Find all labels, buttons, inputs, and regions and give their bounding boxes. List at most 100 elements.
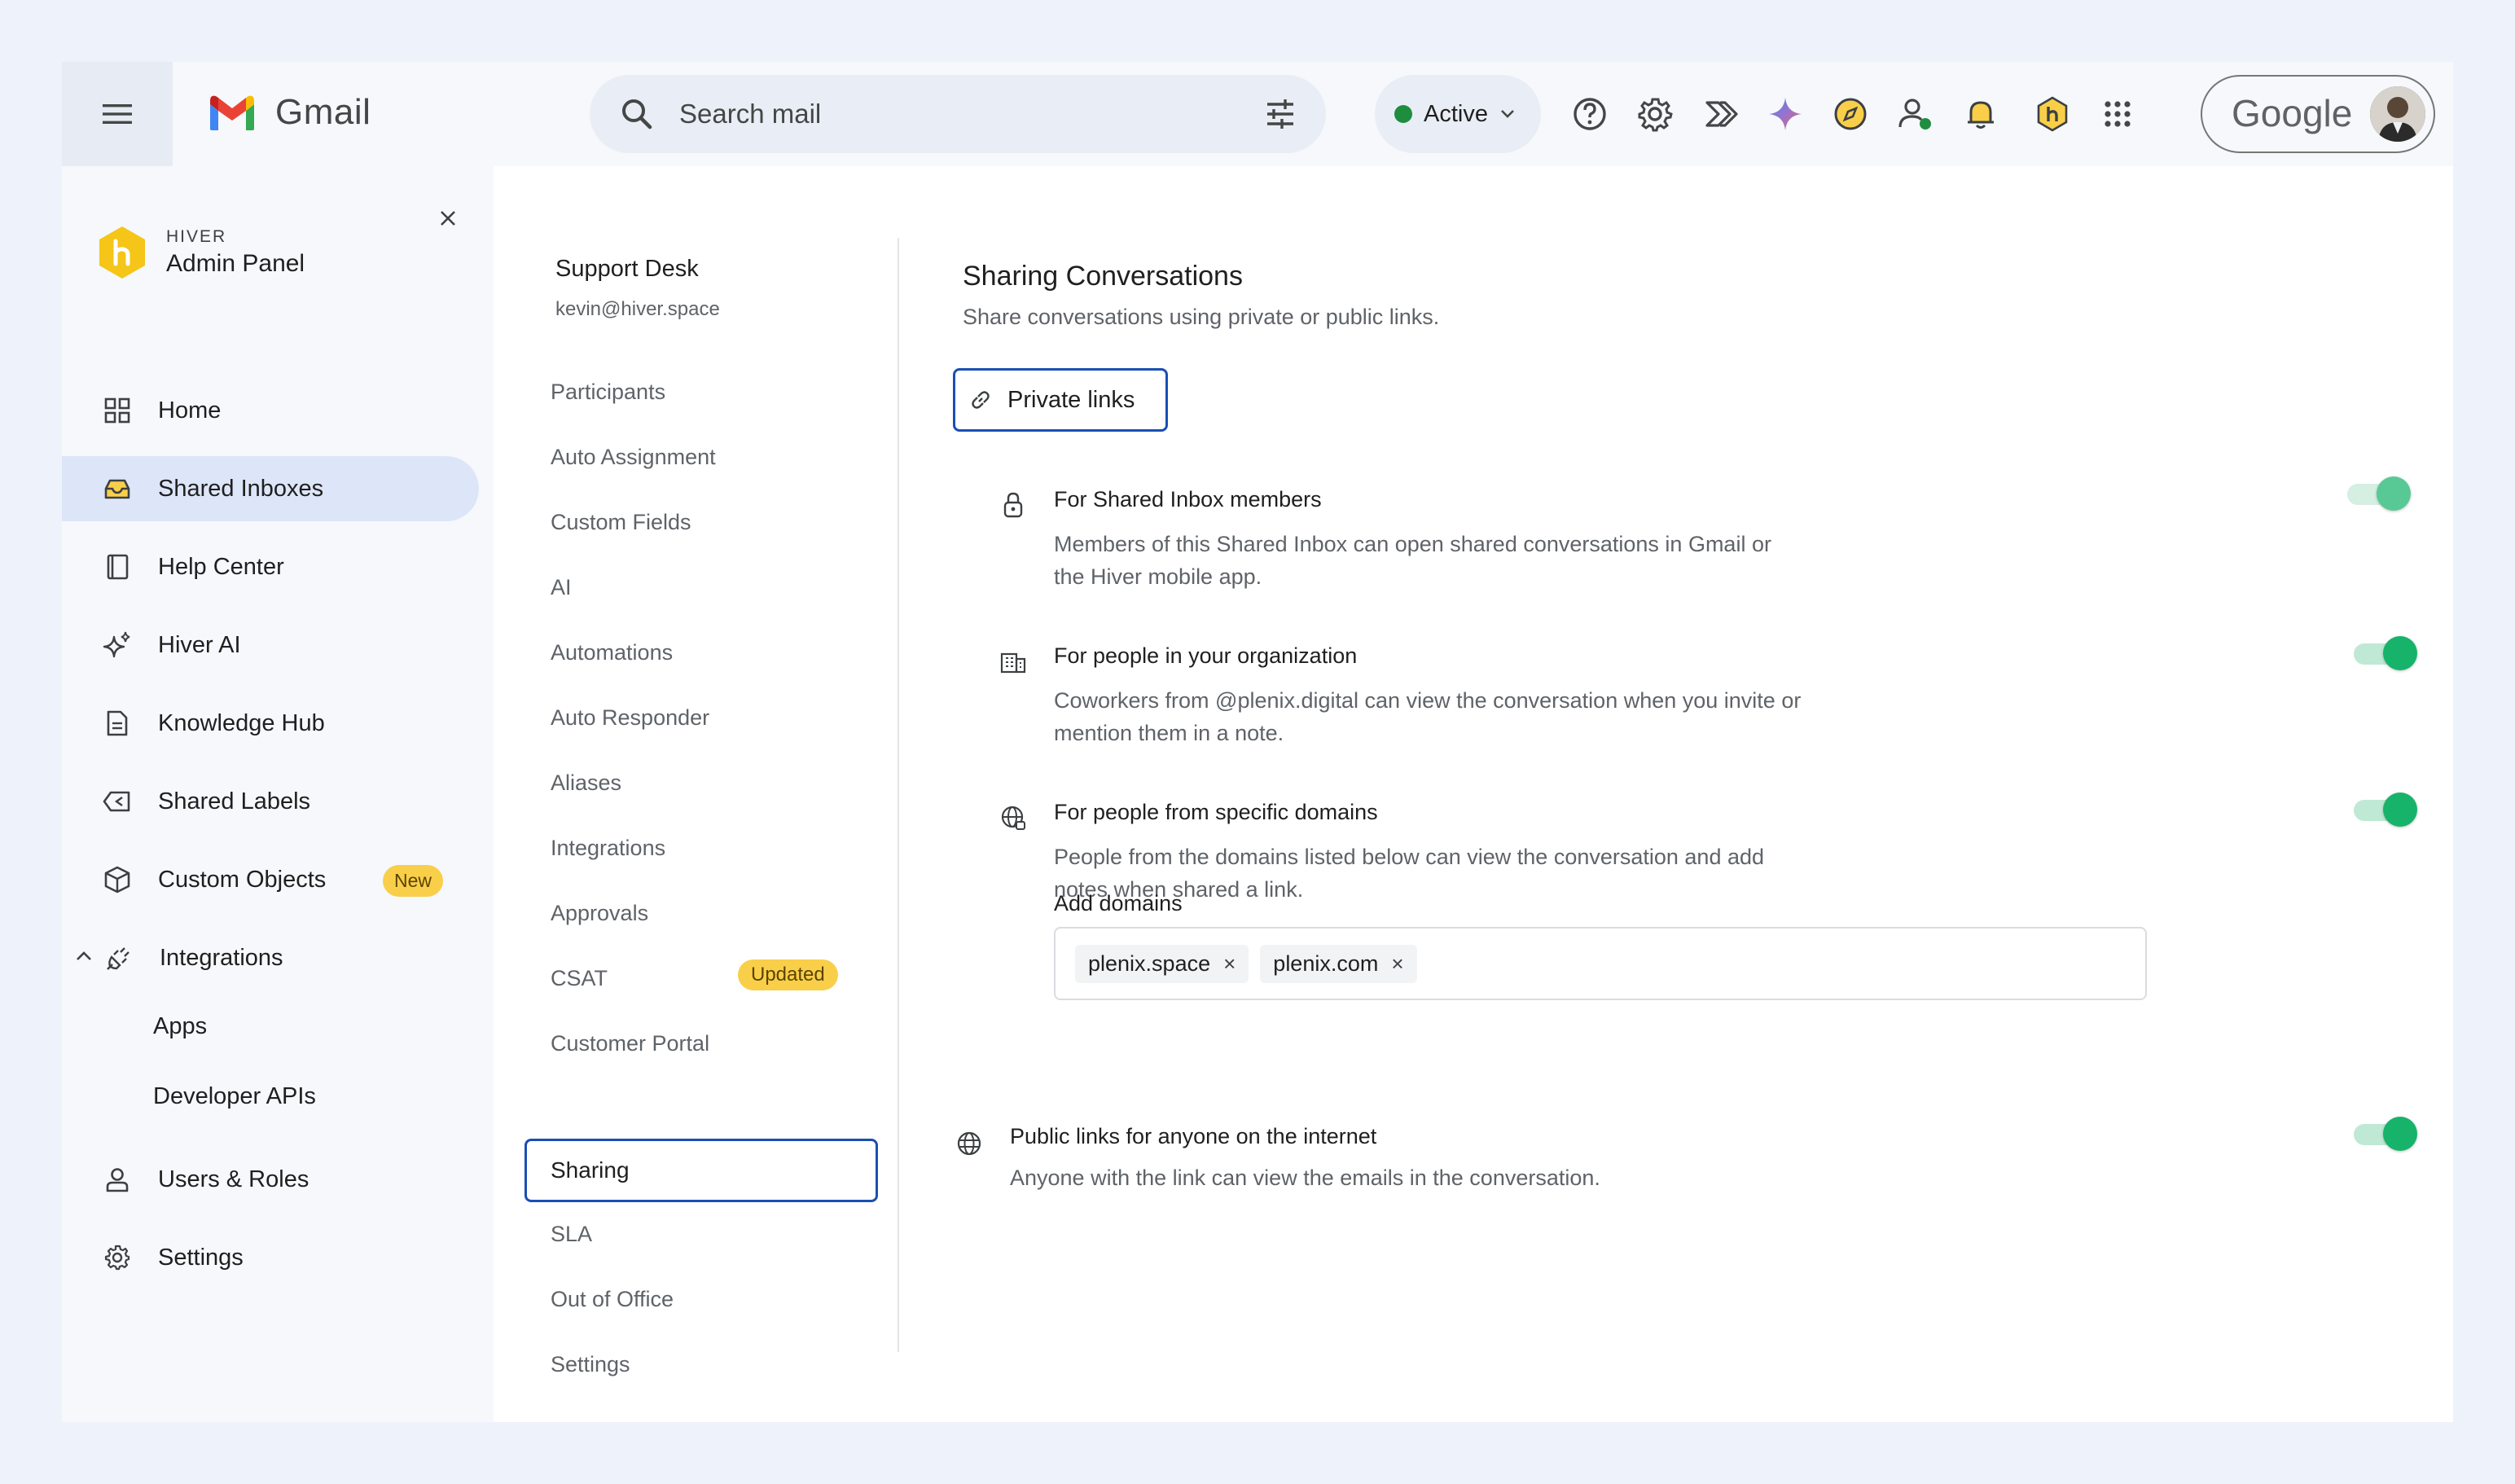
search-input[interactable]: Search mail xyxy=(679,99,821,130)
bell-icon[interactable] xyxy=(1956,90,2005,138)
settings-item-auto-responder[interactable]: Auto Responder xyxy=(551,705,709,731)
sidebar-item-label: Hiver AI xyxy=(158,631,241,658)
domain-chip: plenix.com × xyxy=(1260,944,1417,983)
globe-icon xyxy=(955,1129,984,1158)
sidebar-item-knowledge-hub[interactable]: Knowledge Hub xyxy=(62,691,479,756)
hiver-brand: HIVER Admin Panel xyxy=(93,223,305,282)
app-frame: Gmail Search mail Active Google HIVER Ad… xyxy=(62,62,2453,1422)
help-icon[interactable] xyxy=(1565,90,1614,138)
settings-item-integrations[interactable]: Integrations xyxy=(551,836,665,861)
chevron-up-icon[interactable] xyxy=(75,950,93,963)
search-bar[interactable]: Search mail xyxy=(590,75,1326,153)
search-options-icon[interactable] xyxy=(1261,94,1300,134)
status-dropdown[interactable]: Active xyxy=(1375,75,1541,153)
settings-item-sharing[interactable]: Sharing xyxy=(525,1139,878,1202)
cube-icon xyxy=(101,863,134,896)
settings-item-participants[interactable]: Participants xyxy=(551,380,665,405)
gemini-sparkle-icon[interactable] xyxy=(1761,90,1810,138)
sidebar-item-shared-labels[interactable]: Shared Labels xyxy=(62,769,479,834)
column-divider xyxy=(898,238,899,1352)
gmail-logo-text: Gmail xyxy=(275,92,371,132)
settings-item-out-of-office[interactable]: Out of Office xyxy=(551,1287,674,1312)
lock-icon xyxy=(999,490,1028,520)
inbox-email: kevin@hiver.space xyxy=(555,298,720,320)
sidebar-item-label: Knowledge Hub xyxy=(158,709,325,736)
hiver-flow-icon[interactable] xyxy=(1696,90,1745,138)
new-badge: New xyxy=(383,865,444,897)
globe-lock-icon xyxy=(999,803,1028,832)
brand-small-text: HIVER xyxy=(166,227,227,246)
label-share-icon xyxy=(101,785,134,818)
add-domains-label: Add domains xyxy=(1054,891,1183,915)
settings-item-sharing-label: Sharing xyxy=(551,1157,630,1183)
gmail-header: Gmail Search mail Active Google xyxy=(62,62,2453,166)
sidebar-item-label: Shared Labels xyxy=(158,788,311,814)
compass-icon[interactable] xyxy=(1826,90,1875,138)
settings-item-customer-portal[interactable]: Customer Portal xyxy=(551,1031,709,1056)
option-title-organization: For people in your organization xyxy=(1054,643,1358,668)
settings-item-csat[interactable]: CSAT xyxy=(551,966,608,991)
settings-item-sla[interactable]: SLA xyxy=(551,1222,592,1247)
sidebar-subitem-developer-apis[interactable]: Developer APIs xyxy=(153,1083,316,1110)
sidebar-item-integrations[interactable]: Integrations xyxy=(62,925,479,990)
settings-gear-icon[interactable] xyxy=(1631,90,1679,138)
gmail-m-icon xyxy=(210,95,254,130)
settings-item-approvals[interactable]: Approvals xyxy=(551,901,648,926)
sidebar-item-shared-inboxes[interactable]: Shared Inboxes xyxy=(62,456,479,521)
hiver-logo-icon xyxy=(99,226,145,279)
sidebar-item-help-center[interactable]: Help Center xyxy=(62,534,479,599)
settings-item-auto-assignment[interactable]: Auto Assignment xyxy=(551,445,716,470)
option-title-inbox-members: For Shared Inbox members xyxy=(1054,487,1322,511)
hiver-hex-icon[interactable] xyxy=(2028,90,2077,138)
toggle-knob xyxy=(2383,636,2417,670)
remove-chip-icon[interactable]: × xyxy=(1391,951,1403,977)
toggle-knob xyxy=(2377,476,2411,511)
account-switcher[interactable]: Google xyxy=(2201,75,2435,153)
hamburger-icon xyxy=(103,104,132,124)
toggle-knob xyxy=(2383,1117,2417,1151)
sidebar-item-home[interactable]: Home xyxy=(62,378,479,443)
settings-item-ai[interactable]: AI xyxy=(551,575,572,600)
toggle-specific-domains[interactable] xyxy=(2354,790,2422,831)
sidebar-item-settings[interactable]: Settings xyxy=(62,1225,479,1290)
gmail-logo[interactable]: Gmail xyxy=(207,86,371,138)
option-desc-inbox-members: Members of this Shared Inbox can open sh… xyxy=(1054,532,1771,589)
remove-chip-icon[interactable]: × xyxy=(1223,951,1236,977)
contact-status-icon[interactable] xyxy=(1891,90,1940,138)
grid-icon xyxy=(101,394,134,427)
search-icon[interactable] xyxy=(617,94,656,134)
sidebar-subitem-apps[interactable]: Apps xyxy=(153,1013,207,1040)
building-icon xyxy=(999,647,1028,676)
toggle-public-links[interactable] xyxy=(2354,1114,2422,1155)
status-dot-icon xyxy=(1394,105,1412,123)
main-menu-button[interactable] xyxy=(62,62,173,166)
sidebar-item-users-roles[interactable]: Users & Roles xyxy=(62,1147,479,1212)
updated-badge: Updated xyxy=(738,959,838,990)
google-wordmark: Google xyxy=(2232,92,2353,134)
settings-content: Support Desk kevin@hiver.space Participa… xyxy=(494,166,2453,1422)
status-text: Active xyxy=(1424,100,1488,127)
toggle-inbox-members[interactable] xyxy=(2347,474,2416,515)
settings-item-automations[interactable]: Automations xyxy=(551,640,673,665)
close-panel-button[interactable] xyxy=(432,202,464,235)
domain-chip-label: plenix.com xyxy=(1273,951,1379,976)
tab-private-links[interactable]: Private links xyxy=(953,368,1168,432)
settings-item-custom-fields[interactable]: Custom Fields xyxy=(551,510,691,535)
domains-input[interactable]: plenix.space × plenix.com × xyxy=(1054,927,2147,1000)
page-title: Sharing Conversations xyxy=(963,261,1243,292)
page-subtitle: Share conversations using private or pub… xyxy=(963,305,1440,329)
domain-chip-label: plenix.space xyxy=(1088,951,1211,976)
settings-item-settings[interactable]: Settings xyxy=(551,1352,630,1377)
domain-chip: plenix.space × xyxy=(1075,944,1249,983)
book-icon xyxy=(101,551,134,583)
plug-icon xyxy=(103,942,135,974)
option-title-specific-domains: For people from specific domains xyxy=(1054,800,1378,824)
sidebar-item-label: Integrations xyxy=(160,944,283,971)
tab-private-links-label: Private links xyxy=(1007,386,1135,413)
public-links-title: Public links for anyone on the internet xyxy=(1010,1124,1377,1148)
sidebar-item-hiver-ai[interactable]: Hiver AI xyxy=(62,612,479,678)
apps-grid-icon[interactable] xyxy=(2093,90,2142,138)
settings-item-aliases[interactable]: Aliases xyxy=(551,771,621,796)
toggle-organization[interactable] xyxy=(2354,634,2422,674)
avatar[interactable] xyxy=(2370,86,2425,142)
